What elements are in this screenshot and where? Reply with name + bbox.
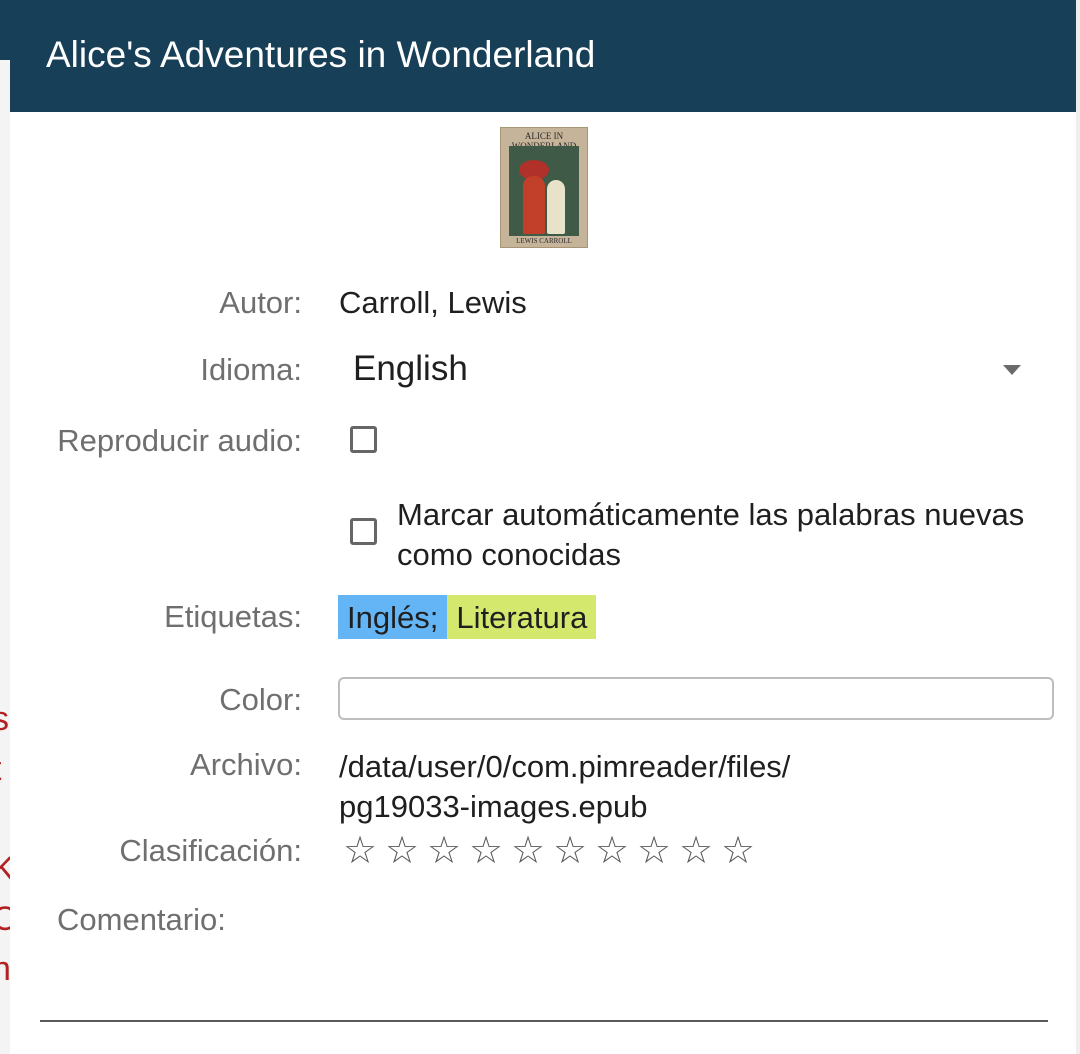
rating-star-icon[interactable]: ☆	[507, 828, 549, 874]
cover-illustration	[509, 146, 579, 236]
language-select[interactable]: English	[339, 340, 1029, 400]
background-fragment: s	[0, 700, 9, 738]
tag-ingles[interactable]: Inglés;	[338, 595, 448, 639]
file-label: Archivo:	[190, 747, 302, 782]
rating-star-icon[interactable]: ☆	[339, 828, 381, 874]
rating-star-icon[interactable]: ☆	[633, 828, 675, 874]
play-audio-checkbox[interactable]	[350, 426, 377, 453]
color-label: Color:	[219, 682, 302, 717]
rating-star-icon[interactable]: ☆	[465, 828, 507, 874]
chevron-down-icon	[1003, 365, 1021, 375]
tags-list[interactable]: Inglés; Literatura	[338, 595, 597, 639]
background-fragment: t	[0, 750, 1, 789]
background-app-bar	[0, 0, 10, 60]
file-path-line1: /data/user/0/com.pimreader/files/	[339, 749, 791, 784]
author-value: Carroll, Lewis	[339, 285, 527, 320]
rating-label: Clasificación:	[119, 833, 302, 868]
tags-label: Etiquetas:	[164, 599, 302, 634]
comment-input-underline[interactable]	[40, 1020, 1048, 1022]
dialog-title: Alice's Adventures in Wonderland	[10, 0, 1076, 112]
file-path-line2: pg19033-images.epub	[339, 789, 648, 824]
author-label: Autor:	[219, 285, 302, 320]
cover-author-text: LEWIS CARROLL	[516, 237, 572, 245]
rating-stars[interactable]: ☆ ☆ ☆ ☆ ☆ ☆ ☆ ☆ ☆ ☆	[339, 828, 759, 874]
rating-star-icon[interactable]: ☆	[423, 828, 465, 874]
background-page-right	[1076, 0, 1080, 1054]
background-fragment: C	[0, 900, 10, 939]
rating-star-icon[interactable]: ☆	[381, 828, 423, 874]
rating-star-icon[interactable]: ☆	[717, 828, 759, 874]
comment-label: Comentario:	[57, 902, 226, 937]
language-label: Idioma:	[200, 352, 302, 387]
tag-literatura[interactable]: Literatura	[447, 595, 597, 639]
auto-mark-checkbox[interactable]	[350, 518, 377, 545]
book-cover-image: ALICE IN WONDERLAND LEWIS CARROLL	[500, 127, 588, 248]
color-field[interactable]	[338, 677, 1054, 720]
auto-mark-label: Marcar automáticamente las palabras nuev…	[397, 497, 1025, 572]
background-fragment: n	[0, 950, 10, 988]
language-selected-value: English	[353, 349, 468, 388]
background-page: s t K C n	[0, 0, 10, 1054]
rating-star-icon[interactable]: ☆	[549, 828, 591, 874]
play-audio-label: Reproducir audio:	[57, 423, 302, 458]
background-fragment: K	[0, 850, 10, 889]
rating-star-icon[interactable]: ☆	[675, 828, 717, 874]
file-path: /data/user/0/com.pimreader/files/ pg1903…	[339, 747, 790, 827]
book-details-dialog: Alice's Adventures in Wonderland ALICE I…	[10, 0, 1076, 1054]
rating-star-icon[interactable]: ☆	[591, 828, 633, 874]
